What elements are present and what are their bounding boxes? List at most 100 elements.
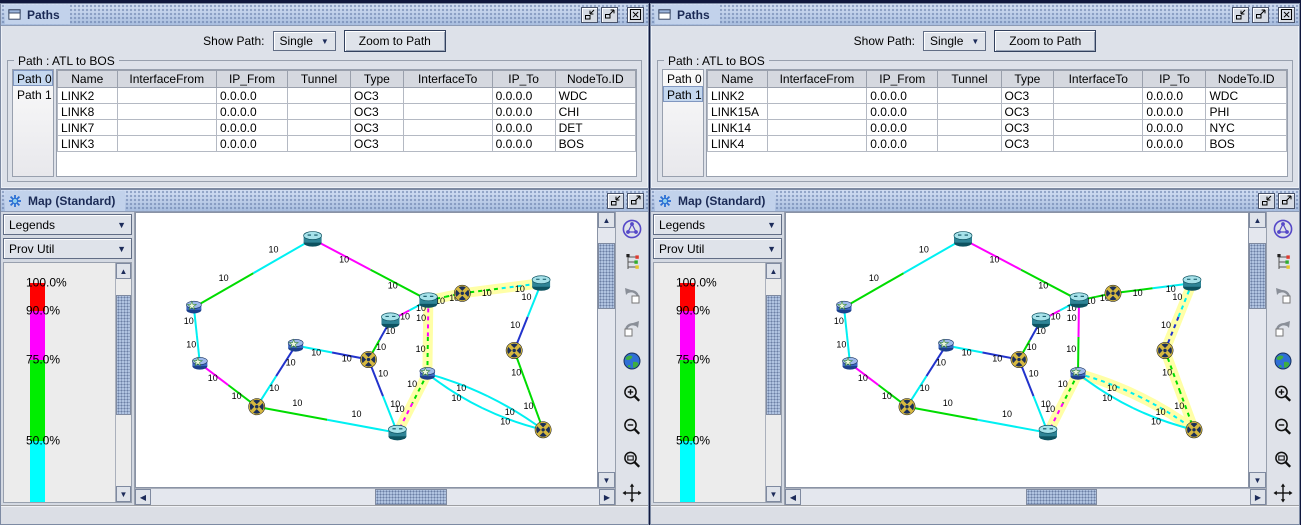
column-header[interactable]: Tunnel — [288, 71, 351, 88]
paths-titlebar[interactable]: Paths — [651, 4, 1299, 26]
subviews-icon[interactable] — [620, 250, 644, 274]
maximize-button[interactable] — [1252, 7, 1269, 23]
scroll-down-icon[interactable]: ▼ — [598, 472, 615, 488]
map-node-n7[interactable] — [381, 313, 399, 328]
legends-combobox[interactable]: Legends ▼ — [3, 214, 132, 235]
close-button[interactable] — [627, 7, 644, 23]
table-row[interactable]: LINK4 0.0.0.0 OC3 0.0.0.0BOS — [708, 136, 1287, 152]
table-row[interactable]: LINK8 0.0.0.0 OC3 0.0.0.0CHI — [58, 104, 636, 120]
map-horizontal-scrollbar[interactable]: ◀ ▶ — [785, 488, 1266, 505]
network-topology[interactable]: 1010101010101010101010101010101010101010… — [786, 213, 1248, 487]
map-node-phi[interactable] — [533, 420, 553, 440]
scroll-left-icon[interactable]: ◀ — [785, 489, 801, 505]
restore-button[interactable] — [607, 193, 624, 209]
map-node-chi[interactable] — [419, 293, 437, 308]
zoom-in-icon[interactable] — [620, 382, 644, 406]
path-list-item[interactable]: Path 0 — [13, 70, 53, 86]
map-node-bos[interactable] — [532, 276, 550, 291]
column-header[interactable]: Tunnel — [938, 71, 1001, 88]
subviews-icon[interactable] — [1271, 250, 1295, 274]
scroll-down-icon[interactable]: ▼ — [116, 486, 131, 502]
zoom-window-icon[interactable] — [620, 448, 644, 472]
table-row[interactable]: LINK2 0.0.0.0 OC3 0.0.0.0WDC — [58, 88, 636, 104]
map-node-n6[interactable] — [1009, 349, 1029, 369]
scroll-up-icon[interactable]: ▲ — [766, 263, 781, 279]
map-node-n2[interactable] — [186, 301, 201, 313]
zoom-to-path-button[interactable]: Zoom to Path — [344, 30, 446, 52]
column-header[interactable]: InterfaceTo — [1054, 71, 1143, 88]
zoom-to-path-button[interactable]: Zoom to Path — [994, 30, 1096, 52]
column-header[interactable]: NodeTo.ID — [555, 71, 635, 88]
topology-icon[interactable] — [620, 217, 644, 241]
legend-scrollbar[interactable]: ▲ ▼ — [765, 263, 781, 502]
map-node-n3[interactable] — [843, 357, 858, 369]
column-header[interactable]: IP_From — [216, 71, 287, 88]
column-header[interactable]: Name — [58, 71, 118, 88]
map-node-wdc[interactable] — [420, 367, 435, 379]
zoom-in-icon[interactable] — [1271, 382, 1295, 406]
column-header[interactable]: Type — [351, 71, 404, 88]
zoom-window-icon[interactable] — [1271, 448, 1295, 472]
map-node-n5[interactable] — [939, 339, 954, 351]
map-node-n5[interactable] — [288, 339, 303, 351]
restore-button[interactable] — [581, 7, 598, 23]
map-node-n6[interactable] — [358, 349, 378, 369]
map-node-nyc[interactable] — [504, 340, 524, 360]
scroll-right-icon[interactable]: ▶ — [1250, 489, 1266, 505]
map-node-bos[interactable] — [1183, 276, 1201, 291]
column-header[interactable]: Name — [708, 71, 768, 88]
restore-button[interactable] — [1232, 7, 1249, 23]
show-path-combobox[interactable]: Single ▼ — [273, 31, 336, 51]
map-link-l16[interactable] — [257, 407, 327, 420]
restore-button[interactable] — [1258, 193, 1275, 209]
scroll-left-icon[interactable]: ◀ — [135, 489, 151, 505]
globe-icon[interactable] — [1271, 349, 1295, 373]
redo-icon[interactable] — [620, 316, 644, 340]
scrollbar-thumb[interactable] — [375, 489, 447, 505]
maximize-button[interactable] — [1278, 193, 1295, 209]
map-link-l1[interactable] — [253, 239, 312, 273]
pan-icon[interactable] — [1271, 481, 1295, 505]
scroll-up-icon[interactable]: ▲ — [116, 263, 131, 279]
path-list-item[interactable]: Path 1 — [663, 86, 703, 102]
map-canvas[interactable]: 1010101010101010101010101010101010101010… — [135, 212, 598, 488]
redo-icon[interactable] — [1271, 316, 1295, 340]
scrollbar-thumb[interactable] — [116, 295, 131, 415]
undo-icon[interactable] — [1271, 283, 1295, 307]
zoom-out-icon[interactable] — [620, 415, 644, 439]
legend-scrollbar[interactable]: ▲ ▼ — [115, 263, 131, 502]
scroll-up-icon[interactable]: ▲ — [1249, 212, 1266, 228]
map-node-chi[interactable] — [1070, 293, 1088, 308]
column-header[interactable]: InterfaceFrom — [767, 71, 867, 88]
table-row[interactable]: LINK15A 0.0.0.0 OC3 0.0.0.0PHI — [708, 104, 1287, 120]
table-row[interactable]: LINK2 0.0.0.0 OC3 0.0.0.0WDC — [708, 88, 1287, 104]
column-header[interactable]: InterfaceTo — [403, 71, 492, 88]
maximize-button[interactable] — [627, 193, 644, 209]
column-header[interactable]: NodeTo.ID — [1206, 71, 1287, 88]
globe-icon[interactable] — [620, 349, 644, 373]
scroll-up-icon[interactable]: ▲ — [598, 212, 615, 228]
path-list-item[interactable]: Path 0 — [663, 70, 703, 86]
map-link-l1[interactable] — [904, 239, 964, 273]
map-node-n4[interactable] — [247, 396, 267, 416]
scrollbar-thumb[interactable] — [766, 295, 781, 415]
map-node-n3[interactable] — [192, 357, 207, 369]
network-topology[interactable]: 1010101010101010101010101010101010101010… — [136, 213, 597, 487]
map-node-n2[interactable] — [837, 301, 852, 313]
pan-icon[interactable] — [620, 481, 644, 505]
map-vertical-scrollbar[interactable]: ▲ ▼ — [1249, 212, 1266, 488]
topology-icon[interactable] — [1271, 217, 1295, 241]
scrollbar-thumb[interactable] — [598, 243, 615, 309]
path-list-item[interactable]: Path 1 — [13, 86, 53, 102]
undo-icon[interactable] — [620, 283, 644, 307]
map-horizontal-scrollbar[interactable]: ◀ ▶ — [135, 488, 615, 505]
map-node-atl[interactable] — [1039, 425, 1057, 440]
map-link-l17[interactable] — [488, 396, 543, 430]
map-node-atl[interactable] — [388, 425, 406, 440]
map-link-l16[interactable] — [327, 420, 397, 433]
map-vertical-scrollbar[interactable]: ▲ ▼ — [598, 212, 615, 488]
close-button[interactable] — [1278, 7, 1295, 23]
column-header[interactable]: IP_To — [1143, 71, 1206, 88]
util-combobox[interactable]: Prov Util ▼ — [3, 238, 132, 259]
scroll-down-icon[interactable]: ▼ — [1249, 472, 1266, 488]
